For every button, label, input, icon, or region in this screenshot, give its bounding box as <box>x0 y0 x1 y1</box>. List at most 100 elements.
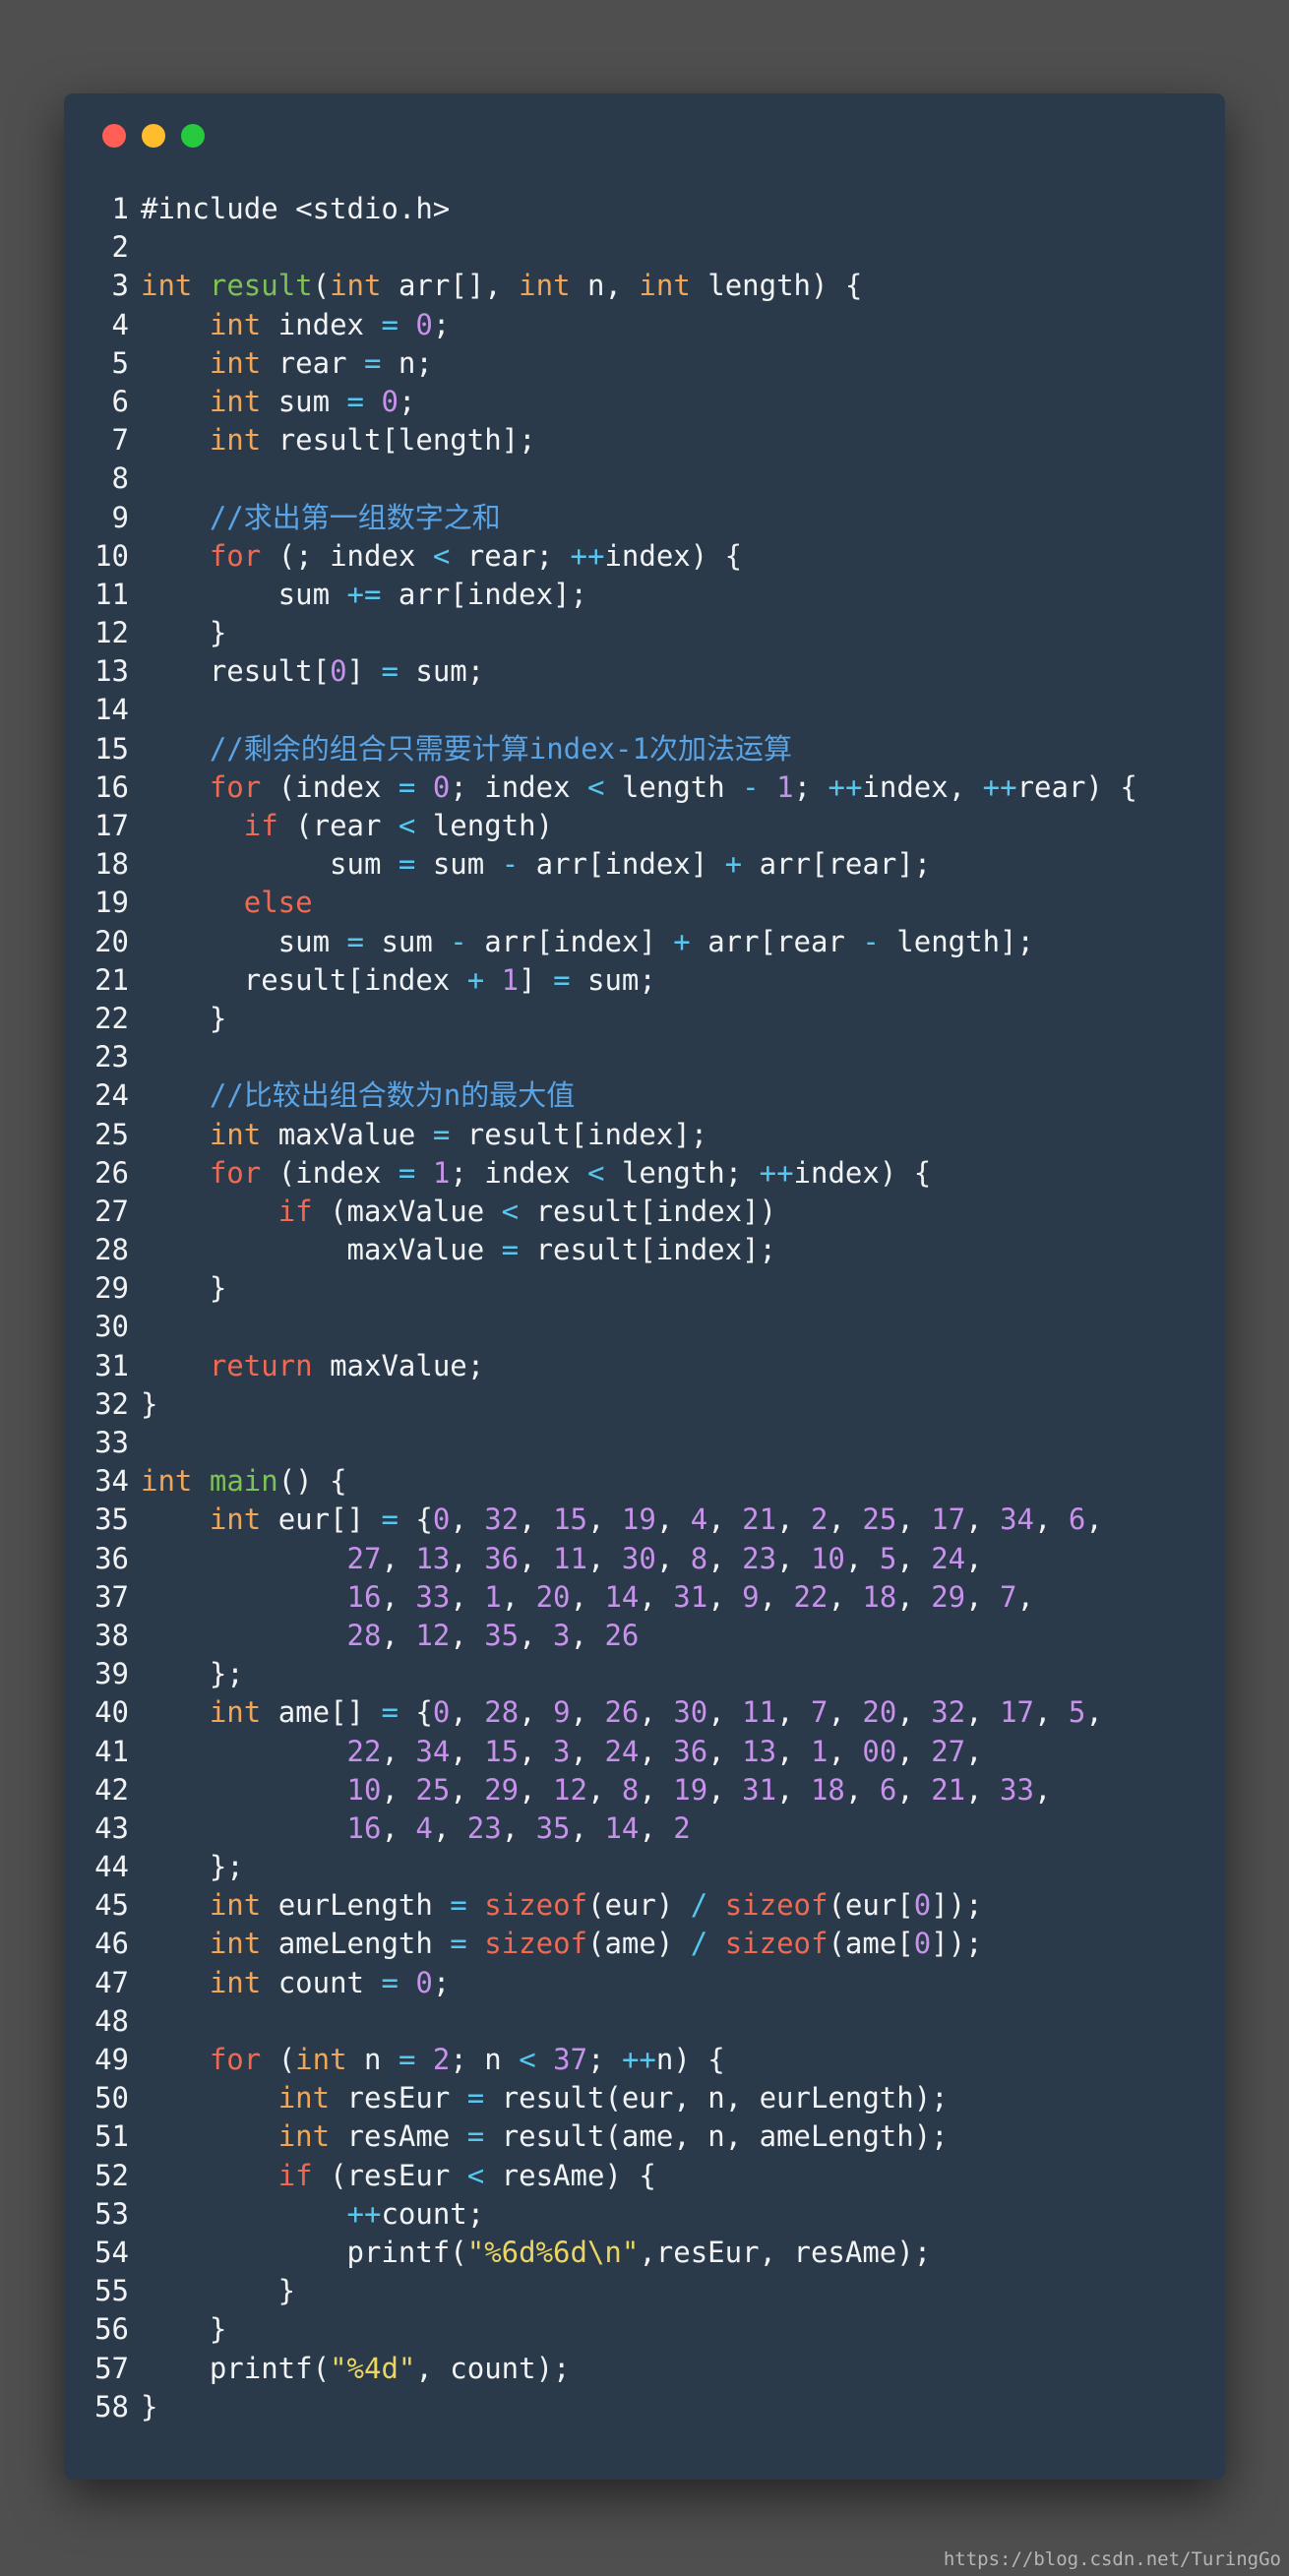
code-line: 28 maxValue = result[index]; <box>64 1231 1225 1269</box>
code-text: } <box>141 1002 226 1035</box>
code-line: 12 } <box>64 614 1225 652</box>
code-token: int <box>295 2043 347 2076</box>
minimize-window-button[interactable] <box>142 124 165 148</box>
code-token: , <box>828 1734 863 1768</box>
code-line: 18 sum = sum - arr[index] + arr[rear]; <box>64 845 1225 884</box>
code-line: 13 result[0] = sum; <box>64 652 1225 691</box>
code-token: , <box>896 1695 932 1730</box>
code-text: int ameLength = sizeof(ame) / sizeof(ame… <box>141 1927 983 1960</box>
code-token: = <box>398 2043 416 2076</box>
code-token: int <box>209 384 262 418</box>
code-token: for <box>209 2043 262 2076</box>
code-token: int <box>639 269 691 303</box>
code-token: eur[] <box>261 1503 382 1537</box>
code-token: index, <box>862 769 983 804</box>
line-number: 52 <box>94 2158 129 2192</box>
code-token: 11 <box>553 1541 587 1575</box>
code-token: , <box>707 1695 743 1730</box>
code-line: 54 printf("%6d%6d\n",resEur, resAme); <box>64 2234 1225 2272</box>
code-token: , <box>450 1503 485 1537</box>
code-token: , <box>707 1541 743 1575</box>
code-token: } <box>141 1271 227 1306</box>
code-token: index) { <box>793 1155 932 1190</box>
code-token: for <box>209 769 262 804</box>
code-text: } <box>141 1271 226 1305</box>
code-token: = <box>398 769 416 804</box>
code-token: 5 <box>879 1541 897 1575</box>
code-token: , <box>759 1579 794 1614</box>
code-token: int <box>209 1965 262 1999</box>
line-number: 38 <box>94 1618 129 1652</box>
code-token: sum <box>261 384 347 418</box>
code-line: 43 16, 4, 23, 35, 14, 2 <box>64 1809 1225 1848</box>
code-token: sizeof <box>724 1888 829 1923</box>
code-token: 33 <box>415 1579 451 1614</box>
code-token: (maxValue <box>312 1194 502 1228</box>
code-token: result(ame, n, ameLength); <box>484 2119 949 2154</box>
code-token: main <box>209 1464 278 1499</box>
code-token: if <box>243 809 278 842</box>
code-token: 19 <box>673 1772 708 1807</box>
code-token: ; <box>793 769 829 804</box>
code-token: 28 <box>484 1695 520 1730</box>
code-token: 20 <box>862 1695 897 1730</box>
code-text: 27, 13, 36, 11, 30, 8, 23, 10, 5, 24, <box>141 1542 983 1575</box>
code-line: 49 for (int n = 2; n < 37; ++n) { <box>64 2041 1225 2079</box>
code-token: ]); <box>931 1888 983 1923</box>
code-token: maxValue <box>141 1233 502 1267</box>
code-token: , <box>776 1772 811 1807</box>
code-token: resAme) { <box>484 2158 656 2192</box>
code-token: , <box>519 1503 554 1537</box>
code-token: ( <box>312 269 331 303</box>
code-token: 13 <box>742 1734 777 1768</box>
code-token: , <box>655 1503 691 1537</box>
code-token: 17 <box>1000 1695 1034 1730</box>
code-text: //剩余的组合只需要计算index-1次加法运算 <box>141 732 792 766</box>
code-line: 52 if (resEur < resAme) { <box>64 2157 1225 2195</box>
line-number: 24 <box>94 1078 129 1113</box>
code-text: for (index = 1; index < length; ++index)… <box>141 1156 931 1190</box>
code-token: 0 <box>415 307 433 341</box>
code-token: 22 <box>793 1579 829 1614</box>
code-token: result(eur, n, eurLength); <box>484 2081 949 2116</box>
code-token: 0 <box>913 1888 932 1923</box>
code-text: sum = sum - arr[index] + arr[rear]; <box>141 847 931 881</box>
code-line: 45 int eurLength = sizeof(eur) / sizeof(… <box>64 1886 1225 1925</box>
code-token: ] <box>519 962 554 997</box>
code-token: 31 <box>673 1579 708 1614</box>
code-token: length]; <box>879 924 1034 958</box>
code-token: 25 <box>862 1503 897 1537</box>
line-number: 50 <box>94 2081 129 2116</box>
code-token: "%6d%6d\n" <box>466 2235 640 2269</box>
code-token: { <box>398 1695 433 1730</box>
code-text: int rear = n; <box>141 346 433 380</box>
code-text: ++count; <box>141 2197 485 2231</box>
code-token: , <box>965 1734 983 1768</box>
code-token: int <box>330 269 382 303</box>
close-window-button[interactable] <box>102 124 126 148</box>
code-token: 4 <box>415 1810 433 1845</box>
code-token: eurLength <box>261 1888 451 1923</box>
code-token: , <box>707 1734 743 1768</box>
code-token: 0 <box>381 384 399 418</box>
code-token: , <box>586 1541 622 1575</box>
code-token: ( <box>261 2043 296 2076</box>
code-token: ,resEur, resAme); <box>639 2235 932 2269</box>
code-token: 0 <box>432 1503 451 1537</box>
code-token: int <box>519 269 571 303</box>
line-number: 47 <box>94 1965 129 1999</box>
code-token: , <box>519 1772 554 1807</box>
code-text: sum += arr[index]; <box>141 578 587 611</box>
maximize-window-button[interactable] <box>181 124 205 148</box>
code-token: sum; <box>398 654 485 689</box>
